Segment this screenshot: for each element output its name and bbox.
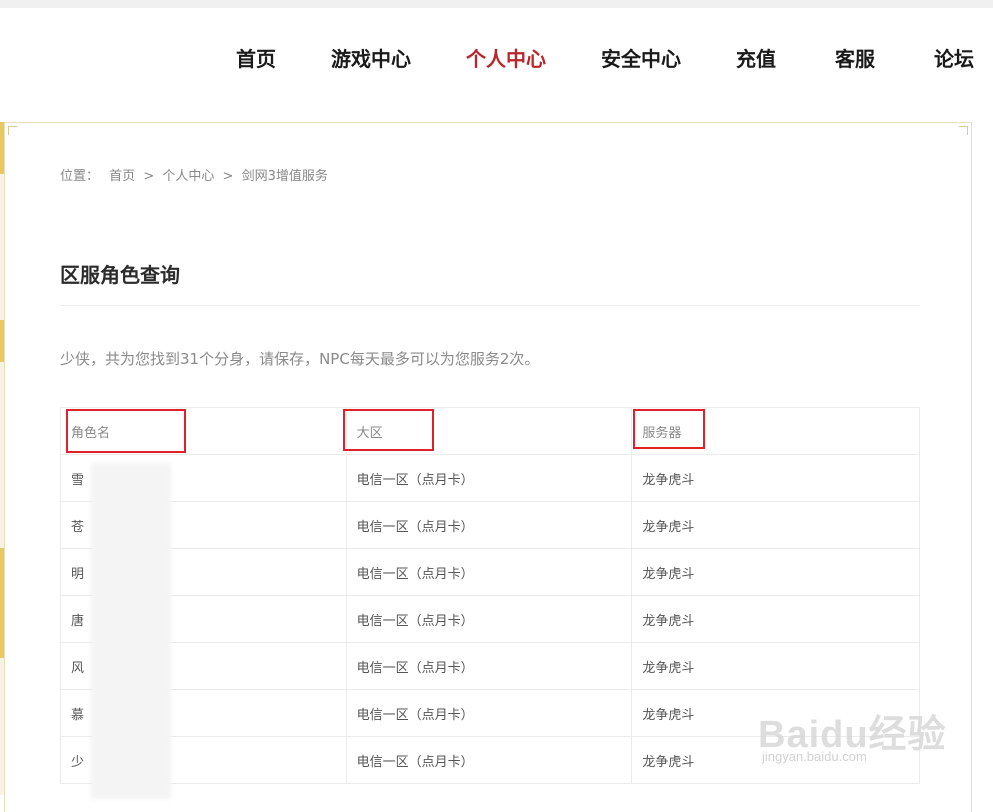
cell-server: 龙争虎斗 xyxy=(631,548,920,596)
table-header-row: 角色名 大区 服务器 xyxy=(60,407,920,455)
top-strip xyxy=(0,0,993,8)
cell-region: 电信一区（点月卡） xyxy=(345,642,633,690)
corner-ornament xyxy=(959,126,968,135)
annotation-box xyxy=(343,409,434,451)
cell-region: 电信一区（点月卡） xyxy=(345,595,633,643)
breadcrumb-item-personal-center[interactable]: 个人中心 xyxy=(162,169,214,184)
nav-item-game-center[interactable]: 游戏中心 xyxy=(331,34,411,84)
nav-item-home[interactable]: 首页 xyxy=(236,34,276,84)
annotation-box xyxy=(66,409,186,453)
table-row: 唐 电信一区（点月卡） 龙争虎斗 xyxy=(60,595,920,643)
cell-server: 龙争虎斗 xyxy=(631,501,920,549)
nav-item-forum[interactable]: 论坛 xyxy=(934,34,974,84)
watermark-url: jingyan.baidu.com xyxy=(762,749,867,764)
nav-item-personal-center[interactable]: 个人中心 xyxy=(466,34,546,84)
breadcrumb-separator: > xyxy=(143,169,155,184)
cell-region: 电信一区（点月卡） xyxy=(345,548,633,596)
table-row: 苍 电信一区（点月卡） 龙争虎斗 xyxy=(60,501,920,549)
nav-item-recharge[interactable]: 充值 xyxy=(736,34,776,84)
breadcrumb-item-current[interactable]: 剑网3增值服务 xyxy=(242,169,328,184)
cell-server: 龙争虎斗 xyxy=(631,454,920,502)
breadcrumb-separator: > xyxy=(222,169,234,184)
breadcrumb-item-home[interactable]: 首页 xyxy=(109,169,135,184)
nav-item-security-center[interactable]: 安全中心 xyxy=(601,34,681,84)
privacy-blur-mask xyxy=(91,463,171,799)
corner-ornament xyxy=(8,126,17,135)
cell-region: 电信一区（点月卡） xyxy=(345,736,633,784)
cell-server: 龙争虎斗 xyxy=(631,595,920,643)
main-nav: 首页 游戏中心 个人中心 安全中心 充值 客服 论坛 xyxy=(0,34,993,84)
nav-item-customer-service[interactable]: 客服 xyxy=(835,34,875,84)
page-title: 区服角色查询 xyxy=(60,263,180,287)
cell-region: 电信一区（点月卡） xyxy=(345,689,633,737)
result-message: 少侠，共为您找到31个分身，请保存，NPC每天最多可以为您服务2次。 xyxy=(60,350,540,368)
table-row: 明 电信一区（点月卡） 龙争虎斗 xyxy=(60,548,920,596)
cell-region: 电信一区（点月卡） xyxy=(345,501,633,549)
divider xyxy=(60,305,920,306)
breadcrumb-label: 位置： xyxy=(60,169,100,184)
annotation-box xyxy=(633,409,705,449)
breadcrumb: 位置： 首页 > 个人中心 > 剑网3增值服务 xyxy=(60,165,328,184)
baidu-watermark: Baidu经验 jingyan.baidu.com xyxy=(758,683,948,783)
table-row: 雪 电信一区（点月卡） 龙争虎斗 xyxy=(60,454,920,502)
cell-region: 电信一区（点月卡） xyxy=(345,454,633,502)
